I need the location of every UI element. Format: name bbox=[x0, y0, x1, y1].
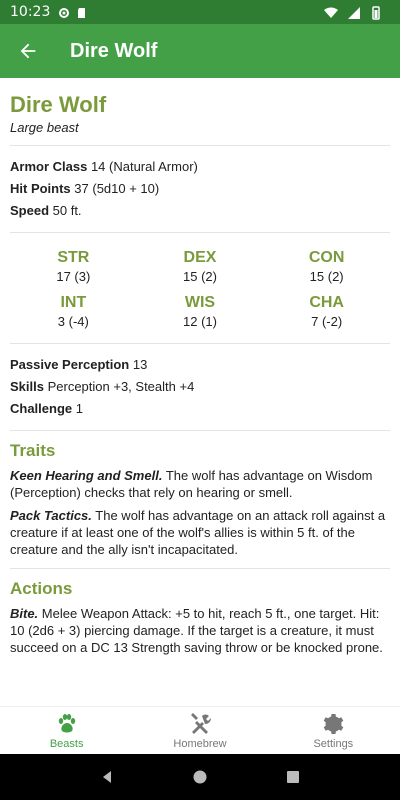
armor-class-value: 14 (Natural Armor) bbox=[90, 159, 198, 174]
nav-label: Beasts bbox=[49, 737, 84, 750]
nav-item-settings[interactable]: Settings bbox=[267, 707, 400, 754]
ability-str: STR 17 (3) bbox=[10, 249, 137, 284]
status-right bbox=[324, 6, 390, 20]
ability-wis: WIS 12 (1) bbox=[137, 294, 264, 329]
divider bbox=[10, 343, 390, 344]
divider bbox=[10, 568, 390, 569]
creature-name: Dire Wolf bbox=[10, 92, 107, 117]
action-item: Bite. Melee Weapon Attack: +5 to hit, re… bbox=[10, 605, 390, 656]
back-triangle-icon[interactable] bbox=[98, 768, 116, 786]
speed: Speed 50 ft. bbox=[10, 200, 390, 222]
divider bbox=[10, 430, 390, 431]
battery-icon bbox=[372, 6, 384, 20]
ability-int: INT 3 (-4) bbox=[10, 294, 137, 329]
ability-name: INT bbox=[60, 294, 87, 311]
bottom-nav: Beasts Homebrew Settings bbox=[0, 706, 400, 754]
trait-item: Keen Hearing and Smell. The wolf has adv… bbox=[10, 467, 390, 501]
hit-points-value: 37 (5d10 + 10) bbox=[74, 181, 160, 196]
status-bar: 10:23 bbox=[0, 0, 400, 24]
armor-class-label: Armor Class bbox=[10, 159, 88, 174]
status-time: 10:23 bbox=[10, 4, 51, 20]
ability-value: 17 (3) bbox=[56, 269, 91, 284]
passive-perception: Passive Perception 13 bbox=[10, 354, 390, 376]
hit-points-label: Hit Points bbox=[10, 181, 71, 196]
wifi-icon bbox=[324, 6, 338, 18]
ability-value: 7 (-2) bbox=[311, 314, 343, 329]
sd-card-icon bbox=[76, 6, 88, 18]
speed-label: Speed bbox=[10, 203, 50, 218]
armor-class: Armor Class 14 (Natural Armor) bbox=[10, 156, 390, 178]
passive-perception-value: 13 bbox=[132, 357, 148, 372]
trait-item: Pack Tactics. The wolf has advantage on … bbox=[10, 507, 390, 558]
paw-icon bbox=[58, 713, 75, 732]
page-title: Dire Wolf bbox=[70, 39, 158, 62]
action-text: Melee Weapon Attack: +5 to hit, reach 5 … bbox=[10, 606, 383, 655]
ability-value: 3 (-4) bbox=[57, 314, 89, 329]
ability-value: 12 (1) bbox=[183, 314, 217, 329]
recents-square-icon[interactable] bbox=[284, 768, 302, 786]
ability-name: STR bbox=[57, 249, 90, 266]
ability-scores: STR 17 (3) DEX 15 (2) CON 15 (2) INT 3 (… bbox=[10, 243, 390, 333]
ability-value: 15 (2) bbox=[309, 269, 344, 284]
ability-cha: CHA 7 (-2) bbox=[263, 294, 390, 329]
divider bbox=[10, 145, 390, 146]
app-bar: Dire Wolf bbox=[0, 24, 400, 78]
ability-value: 15 (2) bbox=[183, 269, 217, 284]
signal-icon bbox=[348, 6, 360, 19]
creature-type: Large beast bbox=[10, 120, 79, 135]
traits-title: Traits bbox=[10, 441, 56, 460]
ability-name: CON bbox=[308, 249, 345, 266]
divider bbox=[10, 232, 390, 233]
skills-label: Skills bbox=[10, 379, 44, 394]
trait-name: Pack Tactics. bbox=[10, 508, 92, 523]
skills-value: Perception +3, Stealth +4 bbox=[47, 379, 195, 394]
nav-item-homebrew[interactable]: Homebrew bbox=[133, 707, 266, 754]
challenge: Challenge 1 bbox=[10, 398, 390, 420]
passive-perception-label: Passive Perception bbox=[10, 357, 130, 372]
ability-name: CHA bbox=[309, 294, 344, 311]
ability-name: WIS bbox=[184, 294, 216, 311]
system-navigation-bar bbox=[0, 754, 400, 800]
back-arrow-icon[interactable] bbox=[16, 39, 40, 63]
settings-status-icon bbox=[58, 6, 70, 18]
ability-name: DEX bbox=[183, 249, 217, 266]
ability-dex: DEX 15 (2) bbox=[137, 249, 264, 284]
hit-points: Hit Points 37 (5d10 + 10) bbox=[10, 178, 390, 200]
speed-value: 50 ft. bbox=[52, 203, 82, 218]
tools-icon bbox=[190, 712, 211, 734]
actions-title: Actions bbox=[10, 579, 73, 598]
home-circle-icon[interactable] bbox=[191, 768, 209, 786]
nav-item-beasts[interactable]: Beasts bbox=[0, 707, 133, 754]
gear-icon bbox=[324, 713, 344, 734]
ability-con: CON 15 (2) bbox=[263, 249, 390, 284]
challenge-label: Challenge bbox=[10, 401, 73, 416]
challenge-value: 1 bbox=[75, 401, 83, 416]
creature-detail: Dire Wolf Large beast Armor Class 14 (Na… bbox=[10, 78, 390, 706]
action-name: Bite. bbox=[10, 606, 39, 621]
nav-label: Homebrew bbox=[173, 737, 227, 750]
trait-name: Keen Hearing and Smell. bbox=[10, 468, 163, 483]
nav-label: Settings bbox=[313, 737, 354, 750]
skills: Skills Perception +3, Stealth +4 bbox=[10, 376, 390, 398]
